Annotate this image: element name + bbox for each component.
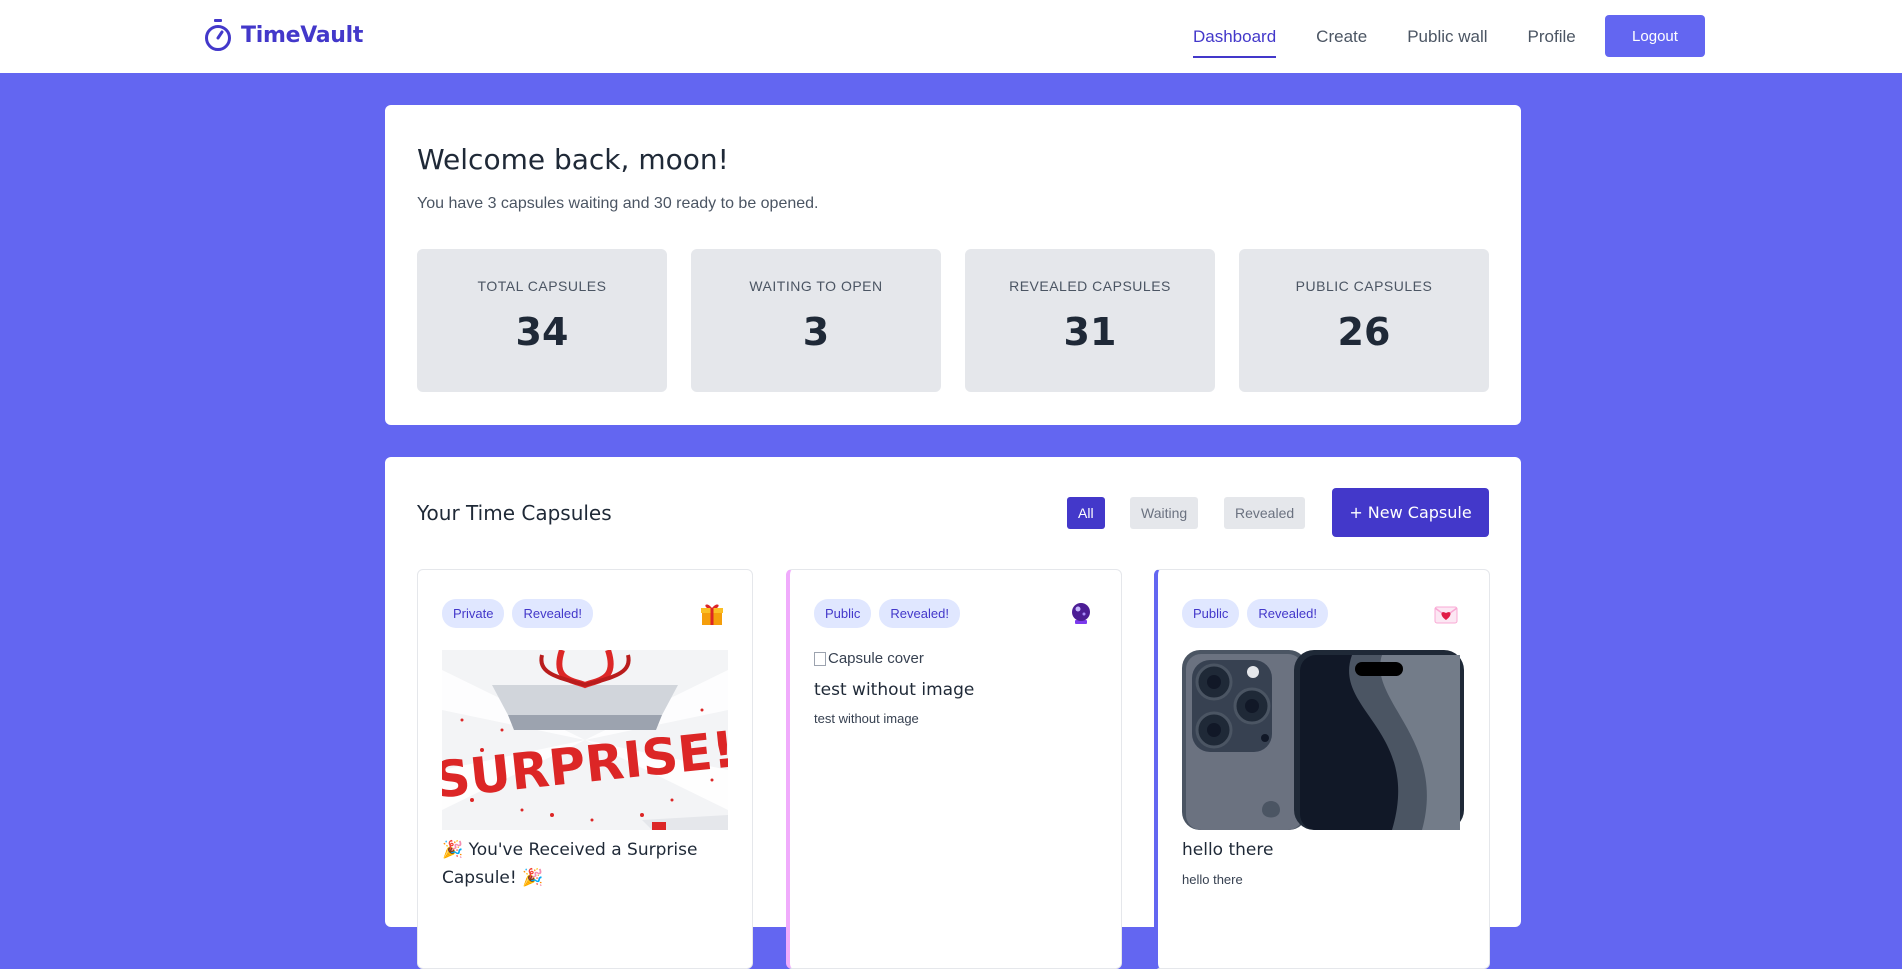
crystal-ball-icon	[1072, 603, 1090, 624]
status-badge: Revealed!	[879, 599, 960, 628]
brand-name: TimeVault	[241, 22, 364, 48]
top-navbar: TimeVault Dashboard Create Public wall P…	[0, 0, 1902, 73]
visibility-badge: Public	[814, 599, 872, 628]
main-nav: Dashboard Create Public wall Profile	[1193, 0, 1616, 73]
filter-waiting-button[interactable]: Waiting	[1130, 497, 1199, 529]
capsules-title: Your Time Capsules	[417, 501, 612, 525]
capsule-badges: Private Revealed!	[442, 599, 594, 628]
capsule-title: 🎉 You've Received a Surprise Capsule! 🎉	[442, 840, 698, 888]
broken-image-icon	[814, 651, 826, 666]
capsule-badges: Public Revealed!	[814, 599, 960, 628]
nav-public-wall[interactable]: Public wall	[1407, 0, 1487, 73]
stat-waiting-to-open: WAITING TO OPEN 3	[691, 249, 941, 392]
status-badge: Revealed!	[512, 599, 594, 628]
visibility-badge: Public	[1182, 599, 1240, 628]
nav-profile[interactable]: Profile	[1528, 0, 1576, 73]
capsule-title: test without image	[814, 680, 975, 700]
gift-icon	[701, 604, 723, 625]
stat-label: TOTAL CAPSULES	[477, 278, 607, 294]
stat-value: 3	[802, 310, 830, 354]
stopwatch-icon	[205, 19, 231, 51]
nav-dashboard[interactable]: Dashboard	[1193, 0, 1277, 73]
visibility-badge: Private	[442, 599, 505, 628]
stat-value: 31	[1063, 310, 1117, 354]
logout-button[interactable]: Logout	[1605, 15, 1705, 57]
welcome-card: Welcome back, moon! You have 3 capsules …	[385, 105, 1521, 425]
stat-label: REVEALED CAPSULES	[1009, 278, 1171, 294]
love-letter-icon	[1434, 606, 1458, 624]
capsule-text: hello there	[1182, 872, 1243, 887]
capsule-card[interactable]: Public Revealed! hello there hello there	[1154, 569, 1490, 969]
capsule-card[interactable]: Private Revealed! SURPRISE! 🎉 You've Rec…	[417, 569, 753, 969]
capsules-card: Your Time Capsules All Waiting Revealed …	[385, 457, 1521, 969]
welcome-subtitle: You have 3 capsules waiting and 30 ready…	[417, 195, 819, 212]
stats-row: TOTAL CAPSULES 34 WAITING TO OPEN 3 REVE…	[417, 249, 1489, 392]
status-badge: Revealed!	[1247, 599, 1328, 628]
capsule-card[interactable]: Public Revealed! Capsule cover test with…	[786, 569, 1122, 969]
filter-all-button[interactable]: All	[1067, 497, 1105, 529]
capsule-title: hello there	[1182, 840, 1274, 860]
image-alt-text: Capsule cover	[828, 650, 924, 667]
stat-revealed-capsules: REVEALED CAPSULES 31	[965, 249, 1215, 392]
filter-revealed-button[interactable]: Revealed	[1224, 497, 1306, 529]
stat-value: 26	[1337, 310, 1391, 354]
stat-public-capsules: PUBLIC CAPSULES 26	[1239, 249, 1489, 392]
brand-logo[interactable]: TimeVault	[203, 18, 363, 52]
nav-create[interactable]: Create	[1316, 0, 1367, 73]
stat-label: WAITING TO OPEN	[749, 278, 883, 294]
stat-label: PUBLIC CAPSULES	[1295, 278, 1433, 294]
welcome-title: Welcome back, moon!	[417, 143, 729, 176]
stat-total-capsules: TOTAL CAPSULES 34	[417, 249, 667, 392]
capsule-cover-image: SURPRISE!	[442, 650, 728, 830]
capsule-badges: Public Revealed!	[1182, 599, 1328, 628]
new-capsule-button[interactable]: + New Capsule	[1332, 488, 1489, 537]
capsule-text: test without image	[814, 711, 919, 726]
capsule-cover-image: Capsule cover	[814, 650, 924, 667]
stat-value: 34	[515, 310, 569, 354]
capsule-cover-image	[1182, 650, 1464, 830]
